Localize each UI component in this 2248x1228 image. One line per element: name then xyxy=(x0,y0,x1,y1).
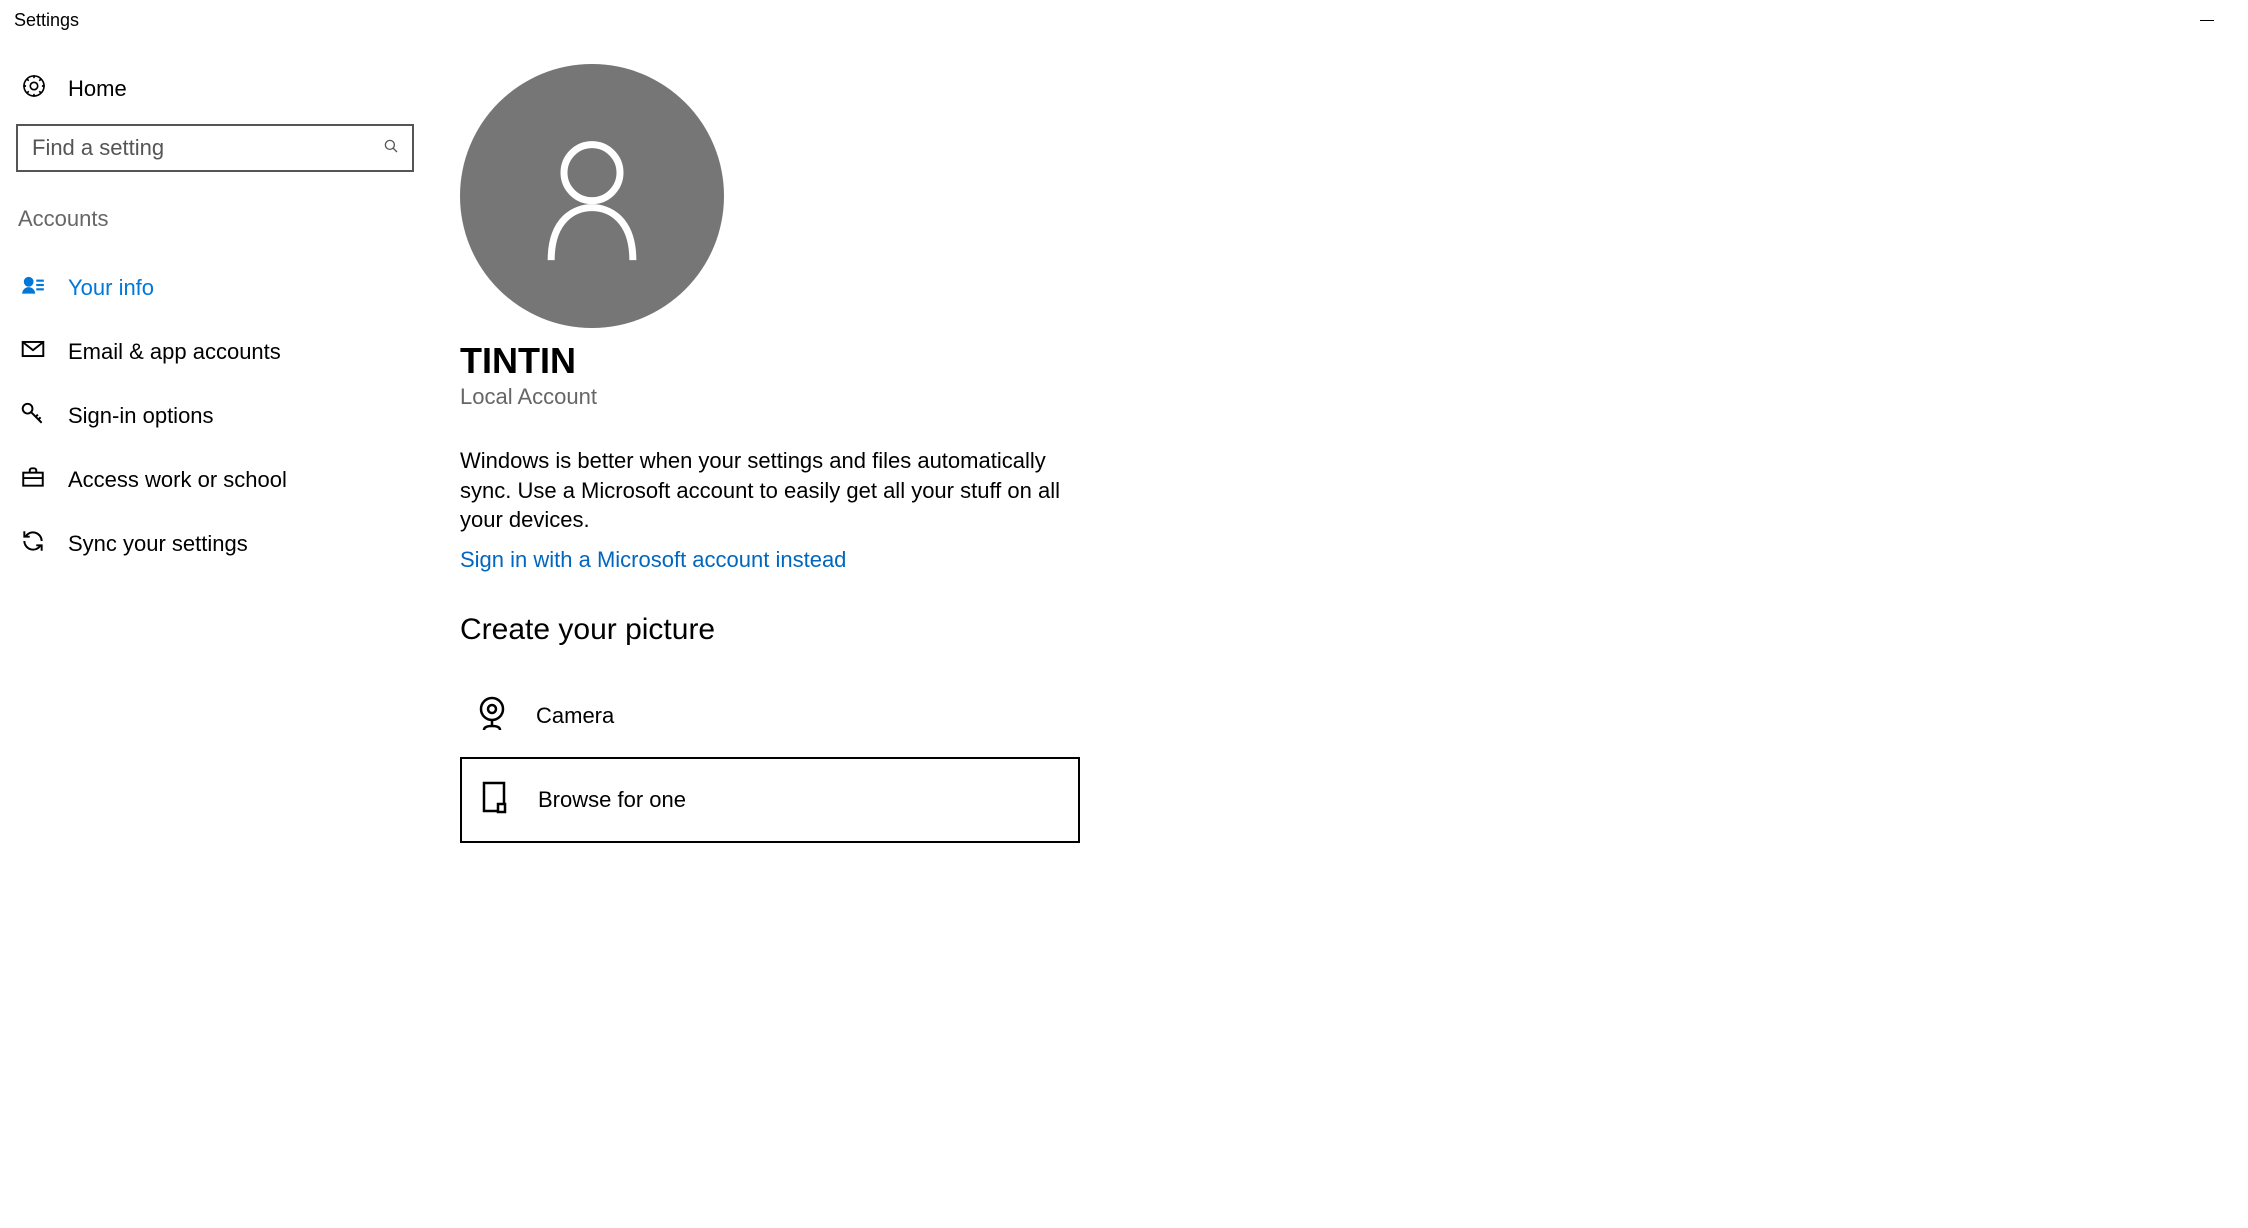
sidebar-item-label: Sync your settings xyxy=(68,531,248,557)
sidebar-item-label: Your info xyxy=(68,275,154,301)
camera-option[interactable]: Camera xyxy=(460,675,1080,757)
sync-description: Windows is better when your settings and… xyxy=(460,446,1080,535)
search-input[interactable] xyxy=(32,135,382,161)
create-picture-heading: Create your picture xyxy=(460,613,2248,647)
sidebar-section-label: Accounts xyxy=(16,198,414,256)
sidebar-item-signin[interactable]: Sign-in options xyxy=(16,384,414,448)
minimize-button[interactable] xyxy=(2184,4,2230,36)
person-card-icon xyxy=(20,272,46,304)
sync-icon xyxy=(20,528,46,560)
browse-option[interactable]: Browse for one xyxy=(460,757,1080,843)
picture-options: Camera Browse for one xyxy=(460,675,1080,843)
main-content: TINTIN Local Account Windows is better w… xyxy=(430,64,2248,843)
sidebar-item-label: Access work or school xyxy=(68,467,287,493)
signin-microsoft-link[interactable]: Sign in with a Microsoft account instead xyxy=(460,547,846,573)
search-icon xyxy=(382,135,400,161)
camera-icon xyxy=(472,693,512,739)
sidebar-item-sync[interactable]: Sync your settings xyxy=(16,512,414,576)
envelope-icon xyxy=(20,336,46,368)
minimize-icon xyxy=(2200,20,2214,21)
home-label: Home xyxy=(68,76,127,102)
avatar xyxy=(460,64,724,328)
app-body: Home Accounts Your xyxy=(0,40,2248,843)
home-nav[interactable]: Home xyxy=(16,64,414,124)
sidebar-item-email[interactable]: Email & app accounts xyxy=(16,320,414,384)
gear-icon xyxy=(20,72,48,106)
username: TINTIN xyxy=(460,340,2248,382)
user-silhouette-icon xyxy=(532,126,652,266)
titlebar: Settings xyxy=(0,0,2248,40)
browse-label: Browse for one xyxy=(538,787,686,813)
sidebar-item-your-info[interactable]: Your info xyxy=(16,256,414,320)
search-box[interactable] xyxy=(16,124,414,172)
sidebar-item-label: Sign-in options xyxy=(68,403,214,429)
window-title: Settings xyxy=(14,10,79,31)
account-type: Local Account xyxy=(460,384,2248,410)
camera-label: Camera xyxy=(536,703,614,729)
sidebar: Home Accounts Your xyxy=(0,64,430,843)
briefcase-icon xyxy=(20,464,46,496)
sidebar-item-work[interactable]: Access work or school xyxy=(16,448,414,512)
key-icon xyxy=(20,400,46,432)
file-icon xyxy=(474,777,514,823)
sidebar-item-label: Email & app accounts xyxy=(68,339,281,365)
